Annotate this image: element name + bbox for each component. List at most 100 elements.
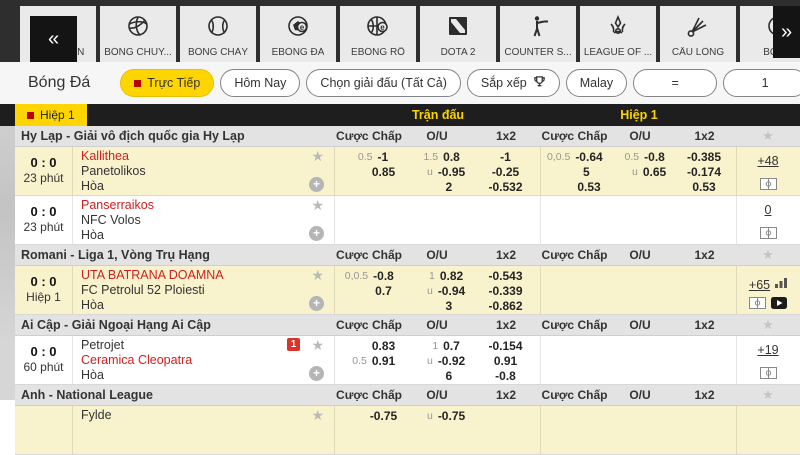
market-view-button[interactable]: = — [633, 69, 717, 97]
favorite-star-icon[interactable]: ★ — [311, 407, 324, 424]
home-team[interactable]: UTA BATRANA DOAMNA — [81, 268, 224, 282]
odds-value[interactable]: -0.339 — [488, 284, 522, 298]
odds-value[interactable]: -0.174 — [687, 165, 721, 179]
sport-tab-league-of-legends[interactable]: LEAGUE OF ... — [580, 6, 656, 62]
nav-scroll-left-button[interactable]: « — [30, 16, 77, 62]
odds-value[interactable]: 5 — [583, 165, 595, 179]
pitch-view-icon[interactable] — [760, 178, 777, 190]
sport-tab-volleyball[interactable]: BÓNG CHUY... — [100, 6, 176, 62]
odds-value[interactable]: -0.8 — [373, 269, 394, 283]
draw-label[interactable]: Hòa — [81, 368, 104, 382]
favorite-star-icon[interactable]: ★ — [737, 387, 799, 403]
home-team[interactable]: Kallithea — [81, 149, 129, 163]
odds-value[interactable]: -0.154 — [488, 339, 522, 353]
home-team[interactable]: Petrojet — [81, 338, 124, 352]
more-bets-link[interactable]: 0 — [765, 203, 772, 217]
full-1x2-odds — [471, 406, 541, 454]
odds-value[interactable]: -0.95 — [438, 165, 465, 179]
full-1x2-odds — [471, 196, 541, 244]
odds-value[interactable]: 0.53 — [577, 180, 600, 194]
period-tag[interactable]: Hiệp 1 — [15, 104, 87, 126]
odds-value[interactable]: -1 — [378, 150, 390, 164]
draw-label[interactable]: Hòa — [81, 179, 104, 193]
odds-value[interactable]: 0.91 — [372, 354, 395, 368]
favorite-star-icon[interactable]: ★ — [737, 247, 799, 263]
nav-scroll-right-button[interactable]: » — [773, 6, 800, 58]
away-team[interactable]: Ceramica Cleopatra — [81, 353, 192, 367]
odds-value[interactable]: 0.91 — [494, 354, 517, 368]
favorite-star-icon[interactable]: ★ — [737, 317, 799, 333]
odds-value[interactable]: 0.83 — [372, 339, 395, 353]
odds-value[interactable]: 0.8 — [443, 150, 460, 164]
pitch-view-icon[interactable] — [760, 367, 777, 379]
odds-value[interactable]: -0.543 — [488, 269, 522, 283]
more-bets-link[interactable]: +48 — [757, 154, 778, 168]
more-bets-link[interactable]: +19 — [757, 343, 778, 357]
odds-value[interactable]: -0.92 — [438, 354, 465, 368]
full-handicap-odds: -0.75 — [335, 406, 403, 454]
col-header-ou: O/U — [403, 248, 471, 262]
group-header-first-half: Hiệp 1 — [541, 108, 737, 122]
odds-value[interactable]: 6 — [446, 369, 458, 383]
odds-format-button[interactable]: Malay — [566, 69, 627, 97]
sport-tab-badminton[interactable]: CẦU LÔNG — [660, 6, 736, 62]
sport-tab-baseball[interactable]: BÓNG CHÀY — [180, 6, 256, 62]
sort-button[interactable]: Sắp xếp — [467, 69, 560, 97]
home-team[interactable]: Fylde — [81, 408, 112, 422]
away-team[interactable]: Panetolikos — [81, 164, 146, 178]
draw-label[interactable]: Hòa — [81, 298, 104, 312]
expand-markets-button[interactable]: + — [309, 226, 324, 241]
expand-markets-button[interactable]: + — [309, 177, 324, 192]
pitch-view-icon[interactable] — [749, 297, 766, 309]
pitch-view-icon[interactable] — [760, 227, 777, 239]
sport-tab-esoccer[interactable]: e EBÓNG ĐÁ — [260, 6, 336, 62]
odds-value[interactable]: -0.64 — [575, 150, 602, 164]
full-ou-odds: u-0.75 — [403, 406, 471, 454]
odds-value[interactable]: -0.75 — [438, 409, 465, 423]
odds-value[interactable]: -0.862 — [488, 299, 522, 313]
col-header-handicap: Cược Chấp — [335, 318, 403, 332]
odds-value[interactable]: -0.94 — [438, 284, 465, 298]
odds-value[interactable]: -0.8 — [495, 369, 516, 383]
favorite-star-icon[interactable]: ★ — [737, 128, 799, 144]
odds-value[interactable]: 0.85 — [372, 165, 395, 179]
odds-value[interactable]: -0.75 — [370, 409, 397, 423]
league-name[interactable]: Hy Lạp - Giải vô địch quốc gia Hy Lạp — [15, 129, 335, 143]
odds-value[interactable]: -0.8 — [644, 150, 665, 164]
away-team[interactable]: FC Petrolul 52 Ploiesti — [81, 283, 205, 297]
sport-tab-counter-strike[interactable]: COUNTER S... — [500, 6, 576, 62]
favorite-star-icon[interactable]: ★ — [311, 267, 324, 284]
expand-markets-button[interactable]: + — [309, 296, 324, 311]
odds-value[interactable]: -0.385 — [687, 150, 721, 164]
odds-value[interactable]: 2 — [446, 180, 458, 194]
col-header-ou: O/U — [608, 248, 672, 262]
odds-value[interactable]: -1 — [500, 150, 511, 164]
odds-value[interactable]: 0.53 — [692, 180, 715, 194]
odds-value[interactable]: 0.82 — [440, 269, 463, 283]
expand-markets-button[interactable]: + — [309, 366, 324, 381]
today-filter-button[interactable]: Hôm Nay — [220, 69, 300, 97]
stats-chart-icon[interactable] — [775, 277, 787, 288]
favorite-star-icon[interactable]: ★ — [311, 148, 324, 165]
odds-value[interactable]: 0.7 — [443, 339, 460, 353]
odds-value[interactable]: 0.7 — [375, 284, 392, 298]
live-stream-play-icon[interactable] — [771, 297, 787, 309]
sport-tab-ebasketball[interactable]: e EBÓNG RỔ — [340, 6, 416, 62]
draw-label[interactable]: Hòa — [81, 228, 104, 242]
odds-value[interactable]: -0.25 — [492, 165, 519, 179]
odds-value[interactable]: 3 — [446, 299, 458, 313]
away-team[interactable]: NFC Volos — [81, 213, 141, 227]
odds-value[interactable]: 0.65 — [643, 165, 666, 179]
odds-value[interactable]: -0.532 — [488, 180, 522, 194]
favorite-star-icon[interactable]: ★ — [311, 337, 324, 354]
league-select-button[interactable]: Chọn giải đấu (Tất Cả) — [306, 69, 460, 97]
league-name[interactable]: Ai Cập - Giải Ngoại Hạng Ai Cập — [15, 318, 335, 332]
lines-count-button[interactable]: 1 — [723, 69, 800, 97]
sport-tab-dota2[interactable]: DOTA 2 — [420, 6, 496, 62]
more-bets-link[interactable]: +65 — [749, 278, 770, 292]
live-filter-button[interactable]: Trực Tiếp — [120, 69, 214, 97]
chevron-right-icon: » — [781, 21, 792, 44]
favorite-star-icon[interactable]: ★ — [311, 197, 324, 214]
home-team[interactable]: Panserraikos — [81, 198, 154, 212]
league-name[interactable]: Romani - Liga 1, Vòng Trụ Hạng — [15, 248, 335, 262]
